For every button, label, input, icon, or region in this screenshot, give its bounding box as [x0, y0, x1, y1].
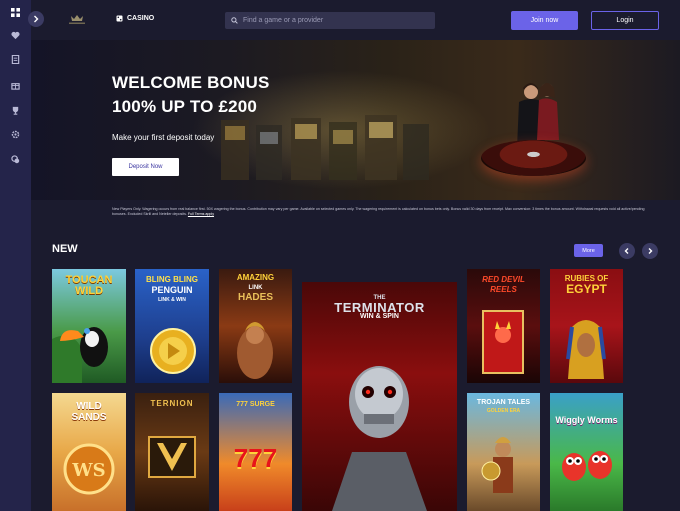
- more-games-button[interactable]: More: [574, 244, 603, 257]
- gift-icon[interactable]: [8, 78, 23, 93]
- chevron-right-icon: [648, 248, 653, 254]
- banner-title-line-2: 100% UP TO £200: [112, 97, 258, 116]
- game-title-line-2: 777: [233, 443, 278, 473]
- game-tile-777-surge[interactable]: 777 SURGE 777: [219, 393, 292, 511]
- game-title: TOUCAN WILD: [52, 275, 126, 297]
- game-title-line-2: SANDS: [71, 412, 107, 423]
- game-title-line-2: WILD: [74, 285, 104, 297]
- banner-subtitle: Make your first deposit today: [112, 133, 215, 142]
- game-title-line-1: TROJAN TALES: [476, 399, 531, 406]
- chat-icon[interactable]: [8, 152, 23, 167]
- join-now-button[interactable]: Join now: [511, 11, 578, 30]
- game-title: RED DEVIL REELS: [467, 275, 540, 295]
- game-tile-toucan-wild[interactable]: TOUCAN WILD: [52, 269, 126, 383]
- game-tile-wild-sands[interactable]: WS WILD SANDS: [52, 393, 126, 511]
- banner-title-line-1: WELCOME BONUS: [112, 73, 270, 92]
- game-title: AMAZING LINK HADES: [219, 273, 292, 303]
- game-title-line-1: WILD: [76, 401, 102, 412]
- game-tile-amazing-link-hades[interactable]: AMAZING LINK HADES: [219, 269, 292, 383]
- full-terms-link[interactable]: Full Terms apply: [188, 212, 214, 216]
- carousel-prev-button[interactable]: [619, 243, 635, 259]
- game-title-line-3: HADES: [237, 292, 273, 303]
- game-title-line-2: GOLDEN ERA: [486, 408, 521, 414]
- game-title-line-1: AMAZING: [236, 273, 275, 282]
- banner-title: WELCOME BONUS 100% UP TO £200: [112, 71, 269, 119]
- game-title: THE TERMINATOR WIN & SPIN: [302, 294, 457, 321]
- trophy-icon[interactable]: [8, 103, 23, 118]
- login-button[interactable]: Login: [591, 11, 659, 30]
- game-title-line-1: 777 SURGE: [236, 401, 275, 408]
- sidebar-toggle-button[interactable]: [28, 11, 44, 27]
- game-title-line-1: BLING BLING: [146, 275, 198, 284]
- game-tile-trojan-tales[interactable]: TROJAN TALES GOLDEN ERA: [467, 393, 540, 511]
- game-title-line-3: WIN & SPIN: [360, 313, 399, 320]
- game-title-line-1: TERNION: [150, 399, 194, 408]
- game-tile-terminator[interactable]: THE TERMINATOR WIN & SPIN: [302, 282, 457, 511]
- settings-icon[interactable]: [8, 127, 23, 142]
- document-icon[interactable]: [8, 52, 23, 67]
- casino-nav-link[interactable]: CASINO: [116, 15, 154, 22]
- search-input[interactable]: Find a game or a provider: [225, 12, 435, 29]
- game-title-line-2: TERMINATOR: [334, 300, 425, 315]
- game-title-line-2: REELS: [490, 285, 517, 294]
- game-title-line-2: EGYPT: [566, 282, 607, 296]
- game-title-line-1: Wiggly Worms: [555, 415, 618, 425]
- game-title-line-1: RED DEVIL: [482, 275, 525, 284]
- game-title: WILD SANDS: [52, 401, 126, 423]
- worms-art: [562, 451, 612, 481]
- game-title-line-3: LINK & WIN: [158, 297, 186, 303]
- game-tile-ternion[interactable]: TERNION: [135, 393, 209, 511]
- game-title: BLING BLING PENGUIN LINK & WIN: [135, 275, 209, 305]
- new-games-heading: NEW: [52, 243, 78, 255]
- game-title-line-2: PENGUIN: [151, 285, 193, 295]
- bonus-terms-text: New Players Only. Wagering occurs from r…: [112, 207, 652, 217]
- chevron-right-icon: [34, 15, 39, 23]
- game-title: TROJAN TALES GOLDEN ERA: [467, 399, 540, 415]
- game-title: RUBIES OF EGYPT: [550, 273, 623, 295]
- couple-illustration: [517, 83, 559, 148]
- search-icon: [231, 17, 238, 24]
- chevron-left-icon: [624, 248, 629, 254]
- svg-text:WS: WS: [71, 460, 105, 481]
- grid-icon[interactable]: [8, 5, 23, 20]
- roulette-wheel-illustration: [481, 140, 586, 176]
- game-tile-red-devil-reels[interactable]: RED DEVIL REELS: [467, 269, 540, 383]
- ternion-v-art: [148, 436, 196, 478]
- search-placeholder: Find a game or a provider: [243, 17, 324, 24]
- game-tile-rubies-of-egypt[interactable]: RUBIES OF EGYPT: [550, 269, 623, 383]
- heart-icon[interactable]: [8, 28, 23, 43]
- deposit-now-button[interactable]: Deposit Now: [112, 158, 179, 176]
- sidebar: [0, 0, 31, 511]
- casino-label: CASINO: [127, 15, 155, 22]
- game-tile-bling-bling-penguin[interactable]: BLING BLING PENGUIN LINK & WIN: [135, 269, 209, 383]
- welcome-bonus-banner: WELCOME BONUS 100% UP TO £200 Make your …: [31, 40, 680, 200]
- slot-machines-illustration: [221, 115, 429, 180]
- game-tile-wiggly-worms[interactable]: Wiggly Worms: [550, 393, 623, 511]
- dice-icon: [116, 15, 123, 22]
- carousel-next-button[interactable]: [642, 243, 658, 259]
- site-logo[interactable]: [67, 13, 87, 26]
- game-title: TERNION: [135, 399, 209, 408]
